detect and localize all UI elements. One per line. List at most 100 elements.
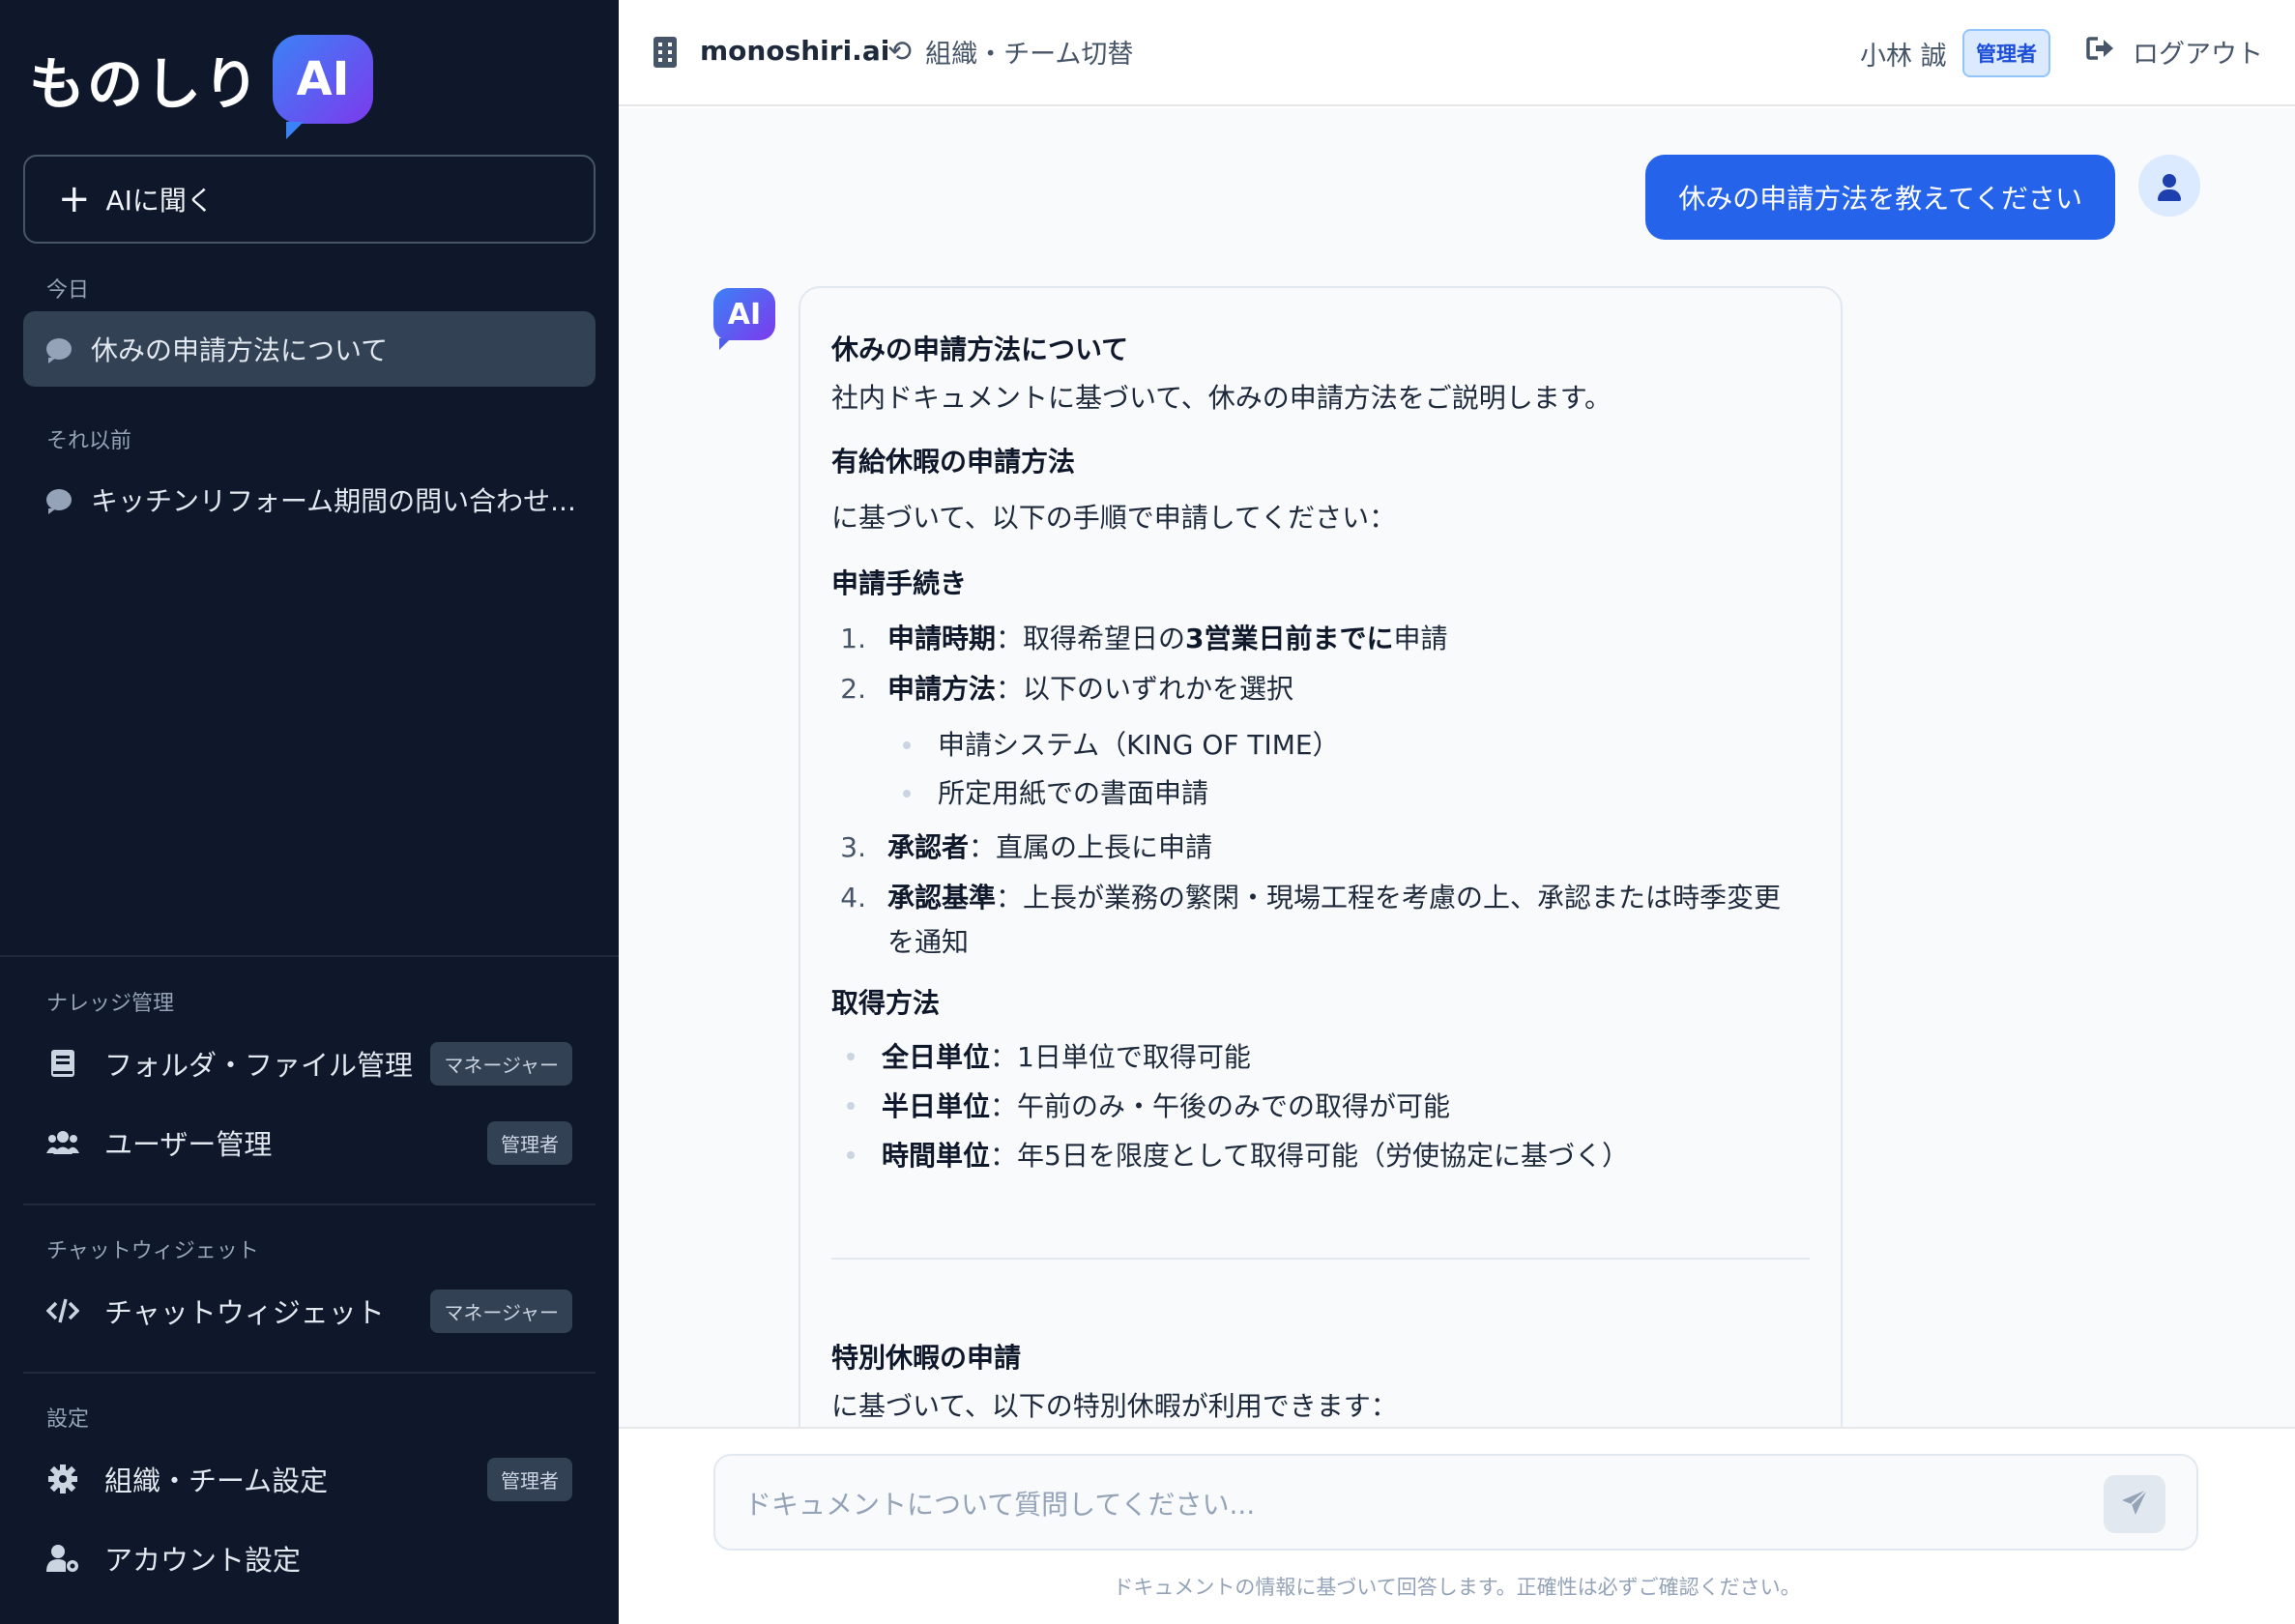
answer-title: 休みの申請方法について [831, 334, 1129, 365]
ai-answer-card: 休みの申請方法について 社内ドキュメントに基づいて、休みの申請方法をご説明します… [799, 286, 1843, 1427]
disclaimer-text: ドキュメントの情報に基づいて回答します。正確性は必ずご確認ください。 [1113, 1576, 1801, 1599]
app-logo[interactable]: ものしり AI [29, 31, 374, 139]
section-heading: 申請手続き [831, 567, 968, 599]
nav-account-settings[interactable]: アカウント設定 [23, 1523, 596, 1593]
section-heading: 取得方法 [831, 987, 941, 1019]
role-badge: マネージャー [430, 1041, 572, 1086]
question-input[interactable] [744, 1485, 2078, 1523]
nav-section-chat-widget: チャットウィジェット [46, 1239, 259, 1263]
send-button[interactable] [2104, 1475, 2165, 1533]
history-item[interactable]: キッチンリフォーム期間の問い合わせ... [23, 462, 596, 537]
role-badge: 管理者 [487, 1120, 572, 1165]
method-text: 所定用紙での書面申請 [938, 777, 1209, 809]
sidebar-divider [23, 1204, 596, 1205]
org-name: monoshiri.ai [700, 35, 890, 67]
user-role-badge: 管理者 [1962, 29, 2050, 77]
section-heading: 有給休暇の申請方法 [831, 446, 1076, 478]
method-item: 所定用紙での書面申請 [831, 769, 1810, 818]
nav-chat-widget[interactable]: チャットウィジェット マネージャー [23, 1276, 596, 1346]
step-item: 4. 承認基準：上長が業務の繁閑・現場工程を考慮の上、承認または時季変更を通知 [831, 876, 1810, 965]
unit-text: ：年5日を限度として取得可能（労使協定に基づく） [990, 1140, 1629, 1172]
role-badge: 管理者 [487, 1457, 572, 1501]
unit-term: 全日単位 [882, 1041, 991, 1073]
history-item-active[interactable]: 休みの申請方法について [23, 311, 596, 387]
step-text: ：直属の上長に申請 [969, 831, 1213, 863]
step-number: 3. [840, 831, 866, 863]
units-list: 全日単位：1日単位で取得可能 半日単位：午前のみ・午後のみでの取得が可能 時間単… [831, 1032, 1810, 1180]
user-name: 小林 誠 [1860, 42, 1947, 72]
plus-icon: + [58, 177, 91, 221]
step-text: ：以下のいずれかを選択 [996, 673, 1294, 705]
method-item: 申請システム（KING OF TIME） [831, 721, 1810, 769]
step-item: 2. 申請方法：以下のいずれかを選択 [831, 667, 1810, 711]
sidebar-divider [23, 1372, 596, 1374]
building-icon [654, 37, 677, 68]
role-badge: マネージャー [430, 1289, 572, 1333]
switch-org-team-button[interactable]: ⟲ 組織・チーム切替 [887, 33, 1133, 71]
new-chat-button[interactable]: + AIに聞く [23, 155, 596, 244]
gear-icon [46, 1463, 79, 1495]
bullet [847, 1151, 855, 1159]
logout-button[interactable]: ログアウト [2086, 33, 2263, 71]
step-term: 承認基準 [887, 882, 997, 914]
top-bar: monoshiri.ai ⟲ 組織・チーム切替 小林 誠 管理者 ログアウト [619, 0, 2295, 106]
nav-section-knowledge: ナレッジ管理 [46, 992, 175, 1016]
step-term: 承認者 [887, 831, 970, 863]
logo-text: ものしり [29, 51, 262, 117]
nav-label: 組織・チーム設定 [104, 1464, 329, 1497]
logo-ai-badge: AI [273, 35, 374, 139]
composer [713, 1454, 2198, 1551]
new-chat-label: AIに聞く [105, 185, 214, 217]
bullet [903, 741, 911, 749]
user-gear-icon [46, 1542, 79, 1575]
history-item-title: 休みの申請方法について [91, 334, 389, 366]
unit-term: 半日単位 [882, 1090, 991, 1122]
section-text: に基づいて、以下の特別休暇が利用できます： [831, 1390, 1398, 1422]
step-term: 申請時期 [887, 623, 997, 654]
bullet [903, 790, 911, 798]
nav-section-settings: 設定 [46, 1407, 90, 1432]
step-text: ：上長が業務の繁閑・現場工程を考慮の上、承認または時季変更を通知 [887, 882, 1782, 958]
code-icon [46, 1294, 79, 1327]
logout-label: ログアウト [2133, 40, 2263, 70]
unit-item: 全日単位：1日単位で取得可能 [831, 1032, 1810, 1082]
user-message-bubble: 休みの申請方法を教えてください [1645, 155, 2115, 240]
chat-bubble-icon [46, 489, 72, 514]
book-icon [46, 1047, 79, 1080]
steps-list: 1. 申請時期：取得希望日の3営業日前までに申請 2. 申請方法：以下のいずれか… [831, 617, 1810, 965]
answer-intro: 社内ドキュメントに基づいて、休みの申請方法をご説明します。 [831, 382, 1612, 414]
nav-label: アカウント設定 [104, 1544, 302, 1577]
chat-bubble-icon [46, 338, 72, 363]
nav-label: チャットウィジェット [104, 1296, 385, 1329]
step-emphasis: 3営業日前までに [1185, 623, 1394, 654]
unit-text: ：1日単位で取得可能 [990, 1041, 1251, 1073]
logo-ai-badge-label: AI [296, 52, 350, 106]
step-number: 1. [840, 623, 866, 654]
step-item: 3. 承認者：直属の上長に申請 [831, 826, 1810, 870]
bullet [847, 1102, 855, 1110]
sidebar-divider [0, 955, 619, 957]
history-section-today: 今日 [46, 278, 90, 303]
nav-label: ユーザー管理 [104, 1128, 273, 1161]
sidebar: ものしり AI + AIに聞く 今日 休みの申請方法について それ以前 キッチン… [0, 0, 619, 1624]
step-text: 申請 [1393, 623, 1448, 654]
step-term: 申請方法 [887, 673, 997, 705]
section-text: に基づいて、以下の手順で申請してください： [831, 502, 1397, 534]
answer-divider [831, 1258, 1810, 1260]
nav-folder-file-management[interactable]: フォルダ・ファイル管理 マネージャー [23, 1029, 596, 1098]
chat-area[interactable]: 休みの申請方法を教えてください AI 休みの申請方法について 社内ドキュメントに… [619, 108, 2295, 1427]
step-number: 2. [840, 673, 866, 705]
refresh-icon: ⟲ [887, 35, 913, 69]
history-section-earlier: それ以前 [46, 429, 132, 453]
unit-item: 時間単位：年5日を限度として取得可能（労使協定に基づく） [831, 1131, 1810, 1180]
users-icon [46, 1126, 79, 1159]
switch-label: 組織・チーム切替 [925, 40, 1134, 70]
nav-user-management[interactable]: ユーザー管理 管理者 [23, 1108, 596, 1177]
logout-icon [2086, 35, 2115, 69]
method-text: 申請システム（KING OF TIME） [938, 729, 1340, 761]
step-text: ：取得希望日の [996, 623, 1186, 654]
step-number: 4. [840, 882, 866, 914]
history-item-title: キッチンリフォーム期間の問い合わせ... [91, 485, 576, 517]
ai-avatar: AI [713, 288, 775, 350]
nav-org-team-settings[interactable]: 組織・チーム設定 管理者 [23, 1444, 596, 1514]
